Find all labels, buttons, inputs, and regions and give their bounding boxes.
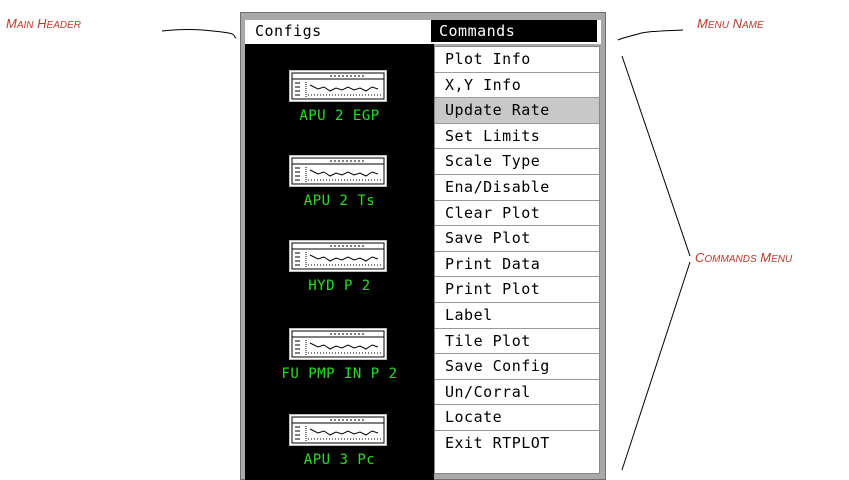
callout-leader-lines [161,28,691,471]
